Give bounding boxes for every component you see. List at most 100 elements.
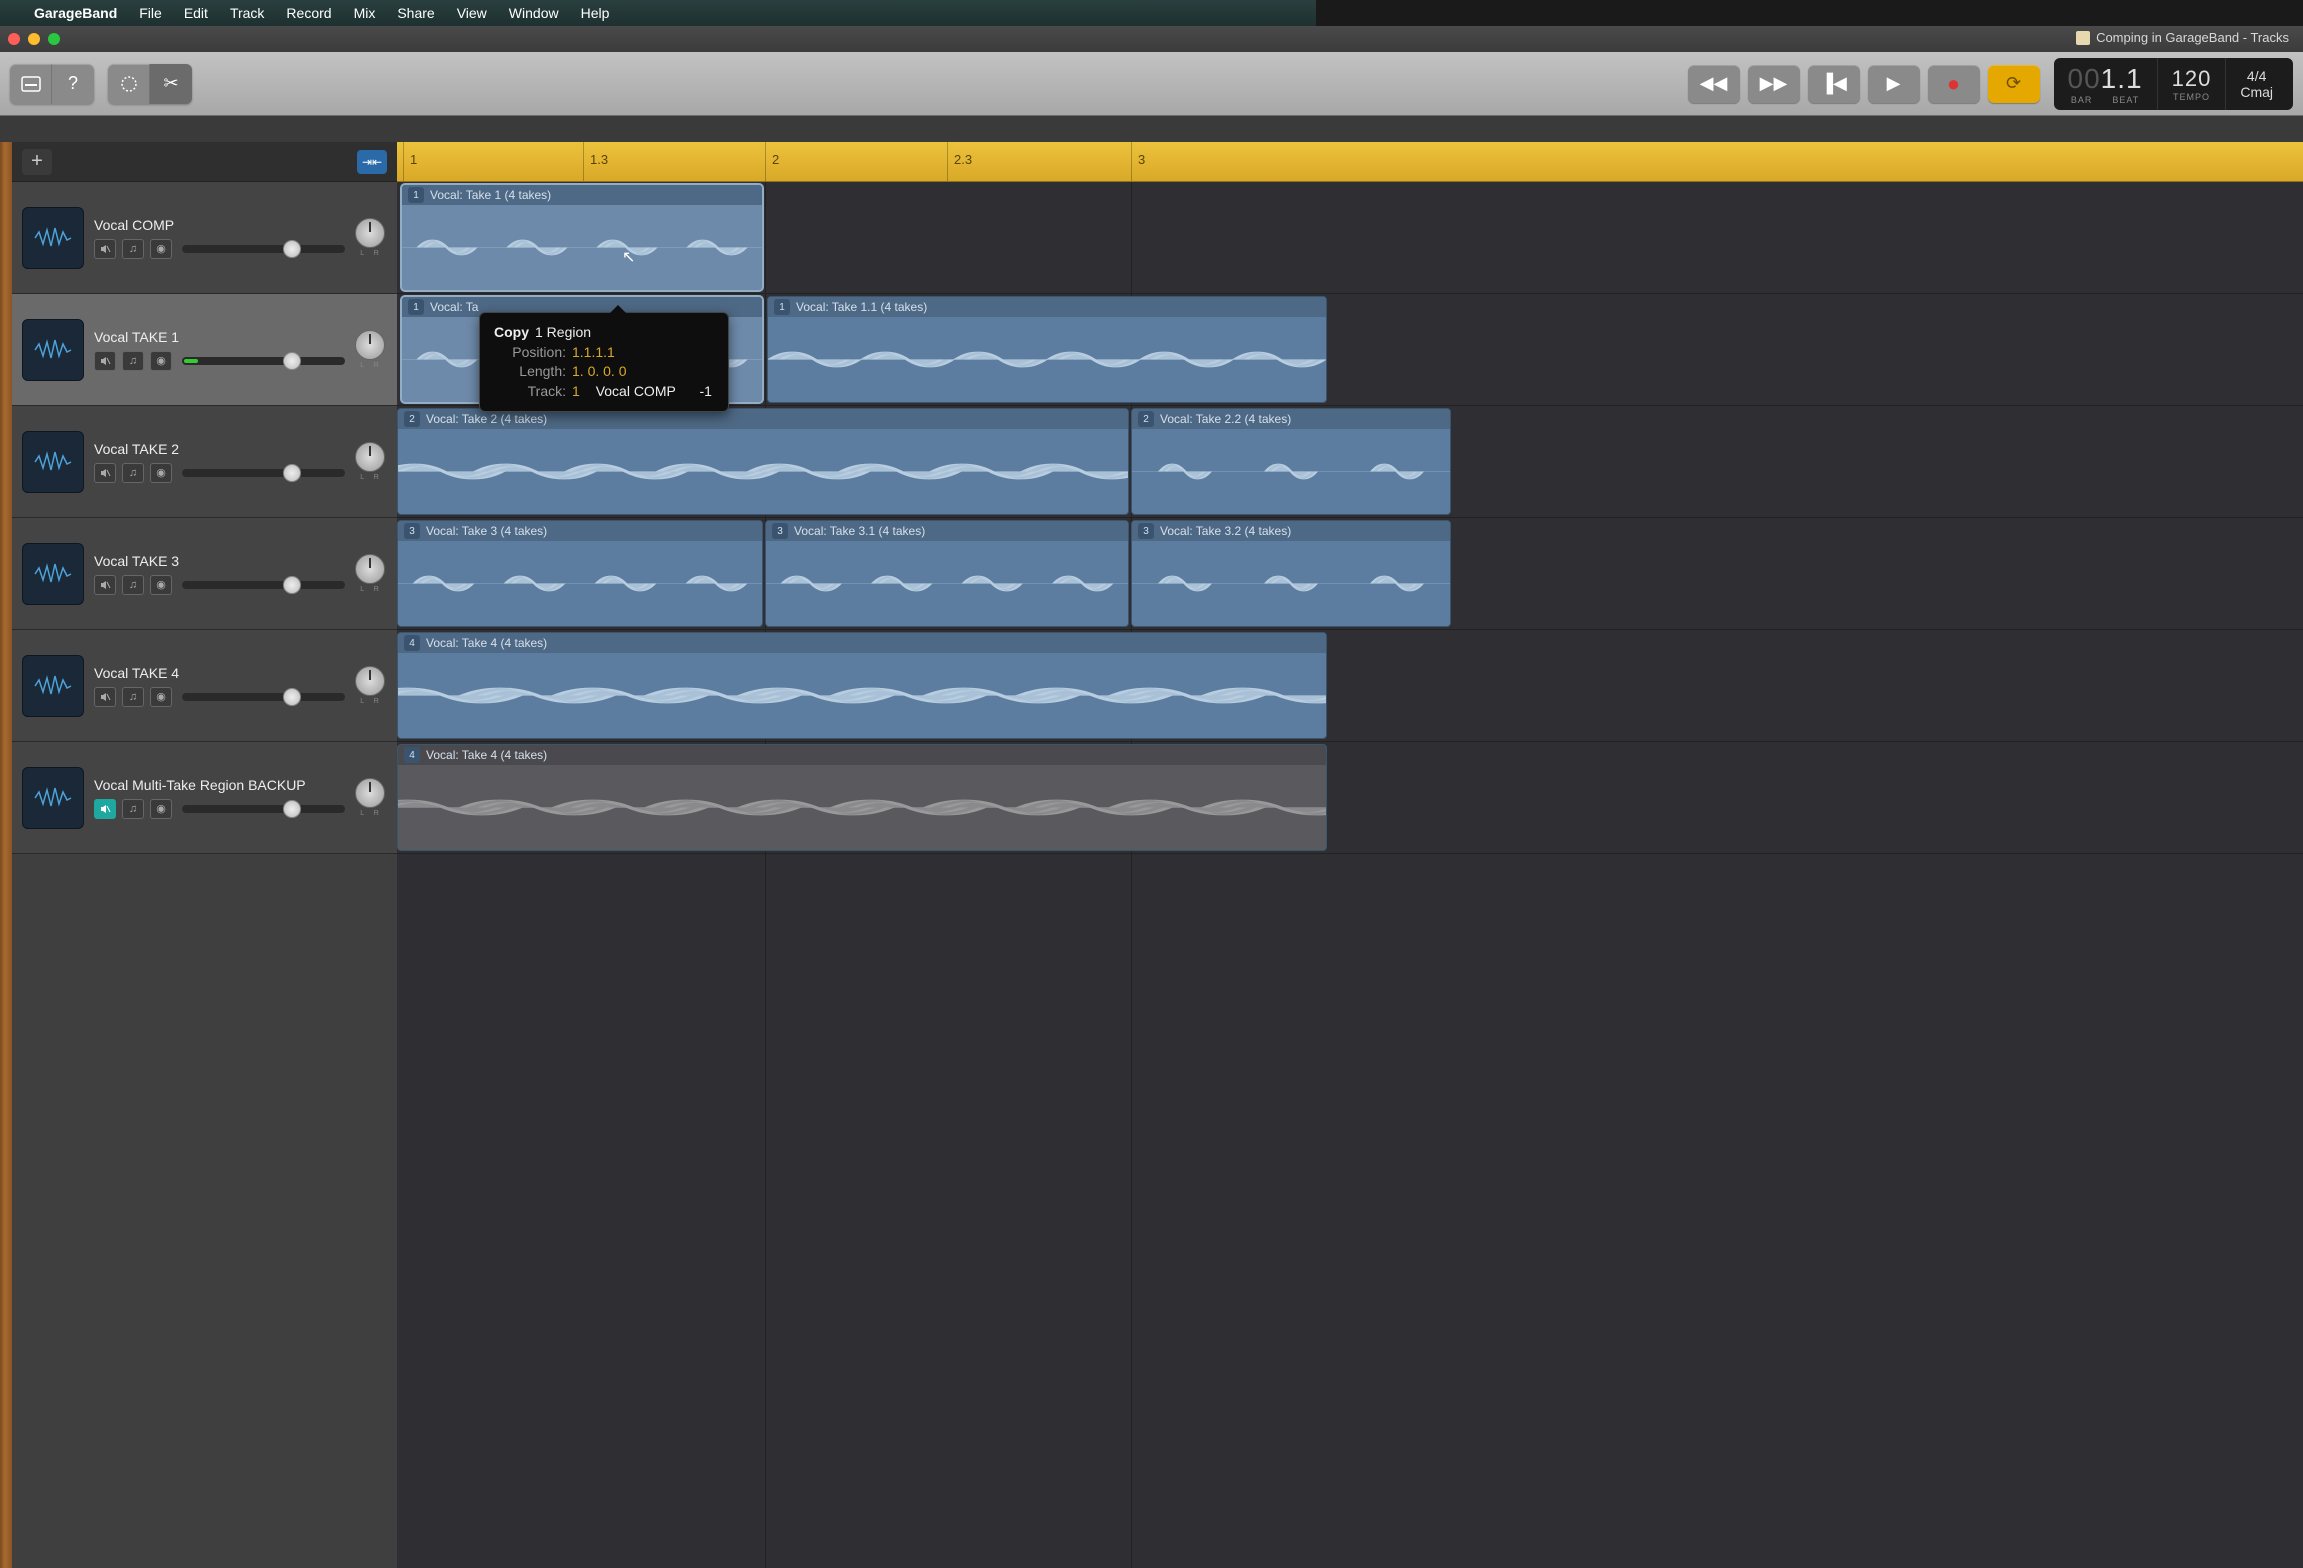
menu-mix[interactable]: Mix	[354, 5, 376, 21]
track-header[interactable]: Vocal TAKE 2 ♫ ◉ L R	[12, 406, 397, 518]
audio-region[interactable]: 2Vocal: Take 2.2 (4 takes)	[1131, 408, 1451, 515]
menu-window[interactable]: Window	[509, 5, 559, 21]
ruler[interactable]: 11.322.33	[397, 142, 2303, 182]
solo-button[interactable]: ♫	[122, 463, 144, 483]
pan-knob[interactable]	[355, 218, 385, 248]
record-button[interactable]: ●	[1928, 65, 1980, 103]
editors-button[interactable]: ✂	[150, 64, 192, 104]
audio-region[interactable]: 2Vocal: Take 2 (4 takes)	[397, 408, 1129, 515]
minimize-button[interactable]	[28, 33, 40, 45]
audio-region[interactable]: 3 Vocal: Take 3.1 (4 takes)	[765, 520, 1129, 627]
rewind-button[interactable]: ◀◀	[1688, 65, 1740, 103]
lcd-display[interactable]: 001.1 BARBEAT 120 TEMPO 4/4 Cmaj	[2054, 58, 2293, 110]
menu-edit[interactable]: Edit	[184, 5, 208, 21]
take-badge: 4	[404, 635, 420, 651]
mute-button[interactable]	[94, 799, 116, 819]
solo-button[interactable]: ♫	[122, 575, 144, 595]
ruler-tick: 2.3	[947, 142, 972, 181]
audio-region[interactable]: 3Vocal: Take 3 (4 takes)	[397, 520, 763, 627]
track-icon	[22, 207, 84, 269]
volume-slider[interactable]	[182, 581, 345, 589]
waveform	[1132, 429, 1450, 514]
track-header[interactable]: Vocal TAKE 4 ♫ ◉ L R	[12, 630, 397, 742]
close-button[interactable]	[8, 33, 20, 45]
mute-button[interactable]	[94, 575, 116, 595]
waveform	[768, 317, 1326, 402]
track-header[interactable]: Vocal COMP ♫ ◉ L R	[12, 182, 397, 294]
volume-slider[interactable]	[182, 245, 345, 253]
region-label: Vocal: Take 4 (4 takes)	[426, 748, 547, 762]
menu-view[interactable]: View	[457, 5, 487, 21]
menu-record[interactable]: Record	[286, 5, 331, 21]
arrange-lane[interactable]: 3Vocal: Take 3 (4 takes) 3 Vocal: Take 3.1…	[397, 518, 2303, 630]
track-header[interactable]: Vocal Multi-Take Region BACKUP ♫ ◉ L R	[12, 742, 397, 854]
track-name: Vocal TAKE 3	[94, 553, 345, 569]
audio-region[interactable]: 3Vocal: Take 3.2 (4 takes)	[1131, 520, 1451, 627]
arrange-lane[interactable]: 2Vocal: Take 2 (4 takes)2Vocal: Take 2.2…	[397, 406, 2303, 518]
input-monitor-button[interactable]: ◉	[150, 351, 172, 371]
menu-share[interactable]: Share	[397, 5, 434, 21]
solo-button[interactable]: ♫	[122, 799, 144, 819]
arrange-area[interactable]: 11.322.33 1Vocal: Take 1 (4 takes)1Vocal…	[397, 142, 2303, 1568]
input-monitor-button[interactable]: ◉	[150, 687, 172, 707]
solo-button[interactable]: ♫	[122, 239, 144, 259]
zoom-button[interactable]	[48, 33, 60, 45]
arrange-lane[interactable]: 4Vocal: Take 4 (4 takes)	[397, 630, 2303, 742]
cycle-button[interactable]: ⟳	[1988, 65, 2040, 103]
input-monitor-button[interactable]: ◉	[150, 799, 172, 819]
pan-knob[interactable]	[355, 330, 385, 360]
track-name: Vocal COMP	[94, 217, 345, 233]
arrange-lane[interactable]: 1Vocal: Take 1 (4 takes)	[397, 182, 2303, 294]
menu-help[interactable]: Help	[581, 5, 610, 21]
take-badge: 1	[408, 299, 424, 315]
lcd-beat: 1	[2126, 63, 2143, 94]
track-header[interactable]: Vocal TAKE 1 ♫ ◉ L R	[12, 294, 397, 406]
audio-region[interactable]: 1Vocal: Take 1.1 (4 takes)	[767, 296, 1327, 403]
pan-knob[interactable]	[355, 778, 385, 808]
volume-slider[interactable]	[182, 805, 345, 813]
app-name[interactable]: GarageBand	[34, 5, 117, 21]
region-header: 2Vocal: Take 2.2 (4 takes)	[1132, 409, 1450, 429]
take-badge: 3	[772, 523, 788, 539]
menu-track[interactable]: Track	[230, 5, 264, 21]
audio-region[interactable]: 1Vocal: Take 1 (4 takes)	[401, 184, 763, 291]
track-header[interactable]: Vocal TAKE 3 ♫ ◉ L R	[12, 518, 397, 630]
waveform	[398, 429, 1128, 514]
volume-slider[interactable]	[182, 693, 345, 701]
region-label: Vocal: Take 3.1 (4 takes)	[794, 524, 925, 538]
input-monitor-button[interactable]: ◉	[150, 575, 172, 595]
track-name: Vocal TAKE 1	[94, 329, 345, 345]
add-track-button[interactable]: +	[22, 149, 52, 175]
input-monitor-button[interactable]: ◉	[150, 463, 172, 483]
solo-button[interactable]: ♫	[122, 687, 144, 707]
solo-button[interactable]: ♫	[122, 351, 144, 371]
audio-region[interactable]: 4Vocal: Take 4 (4 takes)	[397, 744, 1327, 851]
gotostart-button[interactable]: ▐◀	[1808, 65, 1860, 103]
waveform	[398, 653, 1326, 738]
volume-slider[interactable]	[182, 469, 345, 477]
arrange-lane[interactable]: 4Vocal: Take 4 (4 takes)	[397, 742, 2303, 854]
play-button[interactable]: ▶	[1868, 65, 1920, 103]
mute-button[interactable]	[94, 239, 116, 259]
audio-region[interactable]: 4Vocal: Take 4 (4 takes)	[397, 632, 1327, 739]
forward-button[interactable]: ▶▶	[1748, 65, 1800, 103]
pan-knob[interactable]	[355, 442, 385, 472]
mute-button[interactable]	[94, 351, 116, 371]
region-header: 1Vocal: Take 1 (4 takes)	[402, 185, 762, 205]
track-name: Vocal Multi-Take Region BACKUP	[94, 777, 345, 793]
ruler-tick: 1	[403, 142, 417, 181]
header-config-button[interactable]: ⇥⇤	[357, 150, 387, 174]
quickhelp-button[interactable]: ?	[52, 64, 94, 104]
pan-knob[interactable]	[355, 554, 385, 584]
mute-button[interactable]	[94, 463, 116, 483]
track-header-bar: + ⇥⇤	[12, 142, 397, 182]
pan-knob[interactable]	[355, 666, 385, 696]
menu-file[interactable]: File	[139, 5, 162, 21]
smartcontrols-button[interactable]	[108, 64, 150, 104]
titlebar: Comping in GarageBand - Tracks	[0, 26, 2303, 52]
input-monitor-button[interactable]: ◉	[150, 239, 172, 259]
mute-button[interactable]	[94, 687, 116, 707]
library-button[interactable]	[10, 64, 52, 104]
volume-slider[interactable]	[182, 357, 345, 365]
take-badge: 1	[408, 187, 424, 203]
